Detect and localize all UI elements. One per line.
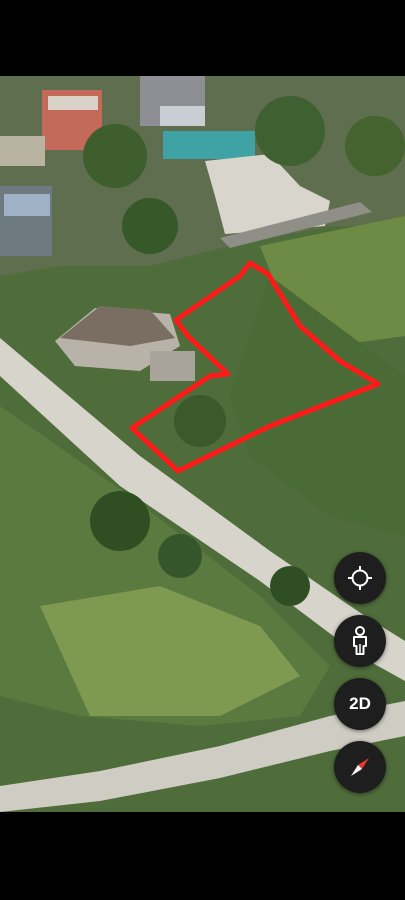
solar-panels (4, 194, 50, 216)
building-red-roof (48, 96, 98, 110)
farmhouse-shed (150, 351, 195, 381)
tree-cluster (345, 116, 405, 176)
tree-cluster (270, 566, 310, 606)
my-location-button[interactable] (334, 552, 386, 604)
compass-button[interactable] (334, 741, 386, 793)
tree-cluster (90, 491, 150, 551)
tree-cluster (255, 96, 325, 166)
view-toggle-label: 2D (349, 694, 371, 713)
compass-needle-icon (351, 758, 369, 776)
tree-cluster (83, 124, 147, 188)
building-grey-roof (160, 106, 205, 126)
tree-cluster (122, 198, 178, 254)
top-black-bar (0, 0, 405, 76)
building-teal-roof (163, 131, 255, 159)
view-toggle-2d-button[interactable]: 2D (334, 678, 386, 730)
tree-cluster (174, 395, 226, 447)
crosshair-location-icon (348, 566, 372, 590)
tree-cluster (158, 534, 202, 578)
building-left-top (0, 136, 45, 166)
bottom-black-bar (0, 812, 405, 900)
street-view-button[interactable] (334, 615, 386, 667)
pegman-icon (353, 626, 367, 655)
